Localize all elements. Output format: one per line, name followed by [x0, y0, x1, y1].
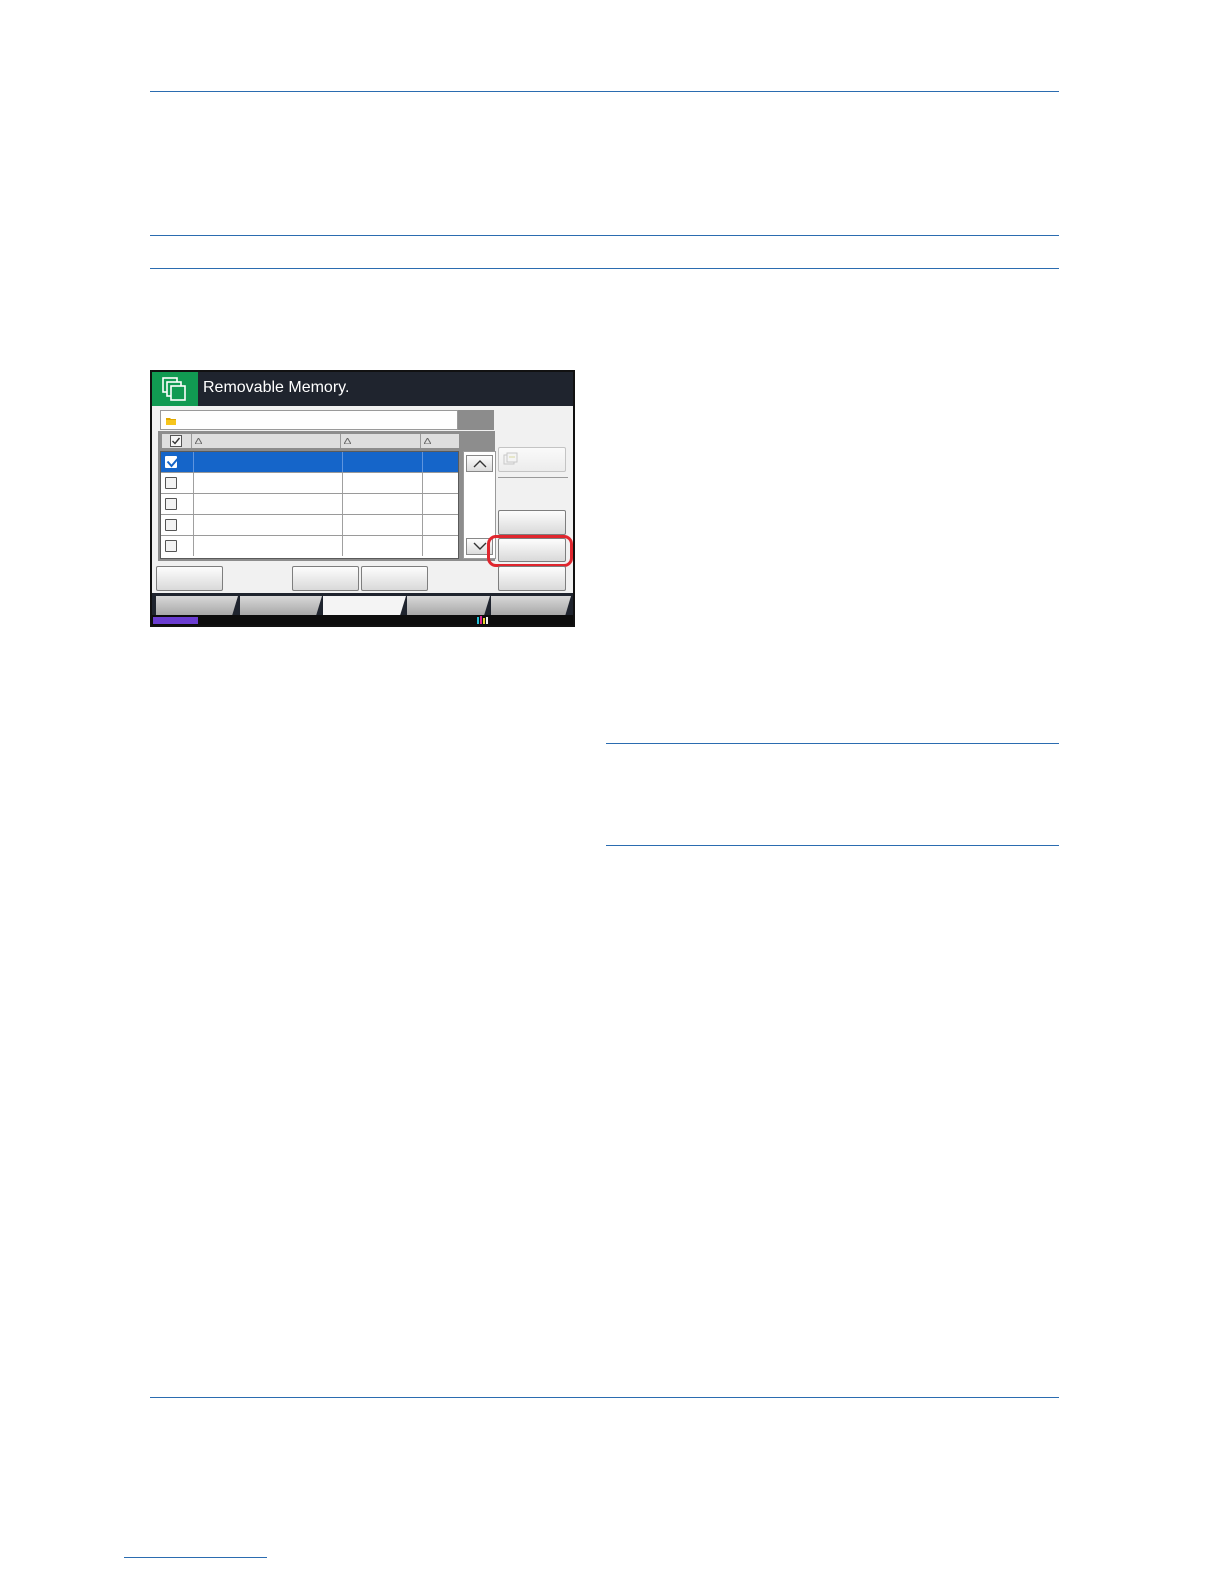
screen-title: Removable Memory.	[203, 379, 350, 396]
row-checkbox[interactable]	[165, 477, 177, 489]
column-divider	[342, 473, 343, 493]
chevron-up-icon	[473, 460, 487, 468]
file-row[interactable]	[161, 536, 458, 557]
file-rows	[160, 451, 459, 559]
section-rule-2	[150, 268, 1059, 269]
file-list-header	[162, 434, 459, 448]
column-divider	[422, 473, 423, 493]
column-divider	[342, 452, 343, 472]
column-divider	[422, 452, 423, 472]
file-row[interactable]	[161, 473, 458, 494]
function-tab-bar	[152, 593, 573, 615]
open-folder-button[interactable]	[498, 447, 566, 472]
file-row[interactable]	[161, 494, 458, 515]
section-rule-1	[150, 235, 1059, 236]
removable-memory-screen: Removable Memory.	[150, 370, 575, 627]
footer-link-underline[interactable]	[124, 1557, 267, 1558]
column-divider	[422, 536, 423, 556]
note-rule-top	[606, 743, 1059, 744]
row-checkbox[interactable]	[165, 540, 177, 552]
details-button[interactable]	[498, 510, 566, 535]
sort-ascending-icon	[195, 438, 202, 444]
row-checkbox[interactable]	[165, 454, 182, 468]
sort-by-date-header[interactable]	[341, 434, 421, 448]
file-row[interactable]	[161, 515, 458, 536]
note-rule-bottom	[606, 845, 1059, 846]
open-folder-icon	[503, 452, 518, 465]
header-rule-top	[150, 91, 1059, 92]
column-divider	[193, 515, 194, 535]
path-bar-filler	[458, 410, 494, 430]
footer-rule	[150, 1397, 1059, 1398]
toner-level-icon	[477, 616, 488, 624]
removable-memory-icon	[152, 372, 198, 406]
sort-ascending-icon	[344, 438, 351, 444]
tab-5[interactable]	[491, 596, 571, 615]
column-divider	[342, 494, 343, 514]
tab-4[interactable]	[407, 596, 490, 615]
bottom-button-1[interactable]	[156, 566, 223, 591]
tab-2[interactable]	[240, 596, 322, 615]
column-divider	[193, 536, 194, 556]
checkmark-icon	[166, 454, 182, 468]
sort-by-size-header[interactable]	[421, 434, 459, 448]
button-separator	[498, 477, 568, 478]
file-list	[158, 431, 496, 561]
chevron-down-icon	[473, 542, 487, 550]
tab-3-active[interactable]	[323, 596, 406, 615]
sort-by-name-header[interactable]	[192, 434, 341, 448]
select-all-checkbox[interactable]	[162, 434, 192, 448]
sort-ascending-icon	[424, 438, 431, 444]
column-divider	[193, 452, 194, 472]
column-divider	[342, 515, 343, 535]
folder-icon	[166, 418, 176, 425]
status-bar	[152, 615, 573, 625]
scroll-up-button[interactable]	[466, 455, 493, 472]
column-divider	[422, 494, 423, 514]
column-divider	[193, 494, 194, 514]
status-indicator	[153, 617, 198, 624]
bottom-button-3[interactable]	[361, 566, 428, 591]
column-divider	[422, 515, 423, 535]
column-divider	[342, 536, 343, 556]
bottom-button-2[interactable]	[292, 566, 359, 591]
select-all-check-icon	[170, 435, 182, 447]
file-row[interactable]	[161, 452, 458, 473]
tab-1[interactable]	[156, 596, 238, 615]
bottom-button-4[interactable]	[498, 566, 566, 591]
screen-titlebar: Removable Memory.	[152, 372, 573, 406]
row-checkbox[interactable]	[165, 519, 177, 531]
current-folder-path	[160, 410, 458, 430]
callout-highlight	[487, 535, 573, 567]
column-divider	[193, 473, 194, 493]
row-checkbox[interactable]	[165, 498, 177, 510]
